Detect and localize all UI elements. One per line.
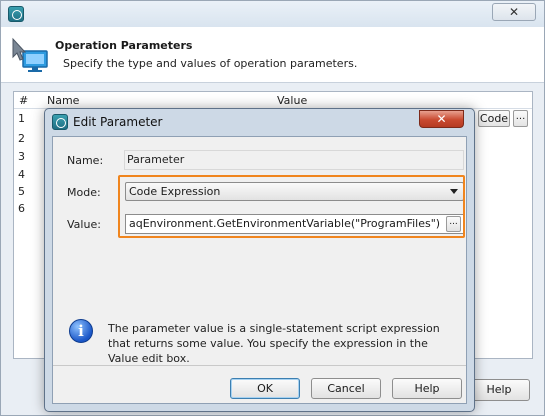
table-row[interactable]: 3 bbox=[18, 150, 25, 163]
dialog-body: Name: Parameter Mode: Code Expression Va… bbox=[52, 136, 467, 404]
chevron-down-icon bbox=[450, 189, 458, 194]
column-header-name[interactable]: Name bbox=[47, 94, 79, 107]
name-label: Name: bbox=[67, 154, 104, 167]
table-row[interactable]: 2 bbox=[18, 132, 25, 145]
table-row[interactable]: 5 bbox=[18, 185, 25, 198]
value-text: aqEnvironment.GetEnvironmentVariable("Pr… bbox=[129, 217, 441, 230]
edit-parameter-dialog: Edit Parameter ✕ Name: Parameter Mode: C… bbox=[44, 108, 475, 412]
dialog-title: Edit Parameter bbox=[73, 115, 163, 129]
code-button[interactable]: Code bbox=[478, 110, 510, 127]
name-field: Parameter bbox=[124, 150, 464, 170]
cancel-button[interactable]: Cancel bbox=[311, 378, 381, 399]
dialog-close-button[interactable]: ✕ bbox=[419, 110, 464, 128]
wizard-header: Operation Parameters Specify the type an… bbox=[1, 27, 544, 83]
value-label: Value: bbox=[67, 218, 101, 231]
ellipsis-button[interactable]: ... bbox=[513, 110, 528, 127]
window-titlebar[interactable]: ✕ bbox=[1, 1, 544, 27]
value-input[interactable]: aqEnvironment.GetEnvironmentVariable("Pr… bbox=[125, 214, 464, 234]
column-header-number[interactable]: # bbox=[19, 94, 28, 107]
value-ellipsis-button[interactable]: ... bbox=[446, 216, 461, 232]
dialog-divider bbox=[53, 365, 466, 366]
info-icon: i bbox=[69, 319, 93, 343]
dialog-titlebar[interactable]: Edit Parameter ✕ bbox=[45, 109, 474, 135]
operation-wizard-icon bbox=[12, 37, 48, 72]
ok-button[interactable]: OK bbox=[230, 378, 300, 399]
help-button[interactable]: Help bbox=[392, 378, 462, 399]
column-header-value[interactable]: Value bbox=[277, 94, 307, 107]
table-row[interactable]: 4 bbox=[18, 168, 25, 181]
mode-selected-value: Code Expression bbox=[129, 185, 221, 198]
dialog-app-icon bbox=[52, 114, 68, 130]
app-icon bbox=[8, 6, 24, 22]
table-row[interactable]: 6 bbox=[18, 202, 25, 215]
info-text: The parameter value is a single-statemen… bbox=[108, 322, 440, 365]
window-close-button[interactable]: ✕ bbox=[492, 3, 536, 21]
mode-select[interactable]: Code Expression bbox=[125, 182, 464, 201]
table-row[interactable]: 1 bbox=[18, 112, 25, 125]
header-subtitle: Specify the type and values of operation… bbox=[63, 57, 358, 70]
mode-label: Mode: bbox=[67, 186, 101, 199]
outer-help-button[interactable]: Help bbox=[468, 379, 530, 401]
header-title: Operation Parameters bbox=[55, 39, 193, 52]
